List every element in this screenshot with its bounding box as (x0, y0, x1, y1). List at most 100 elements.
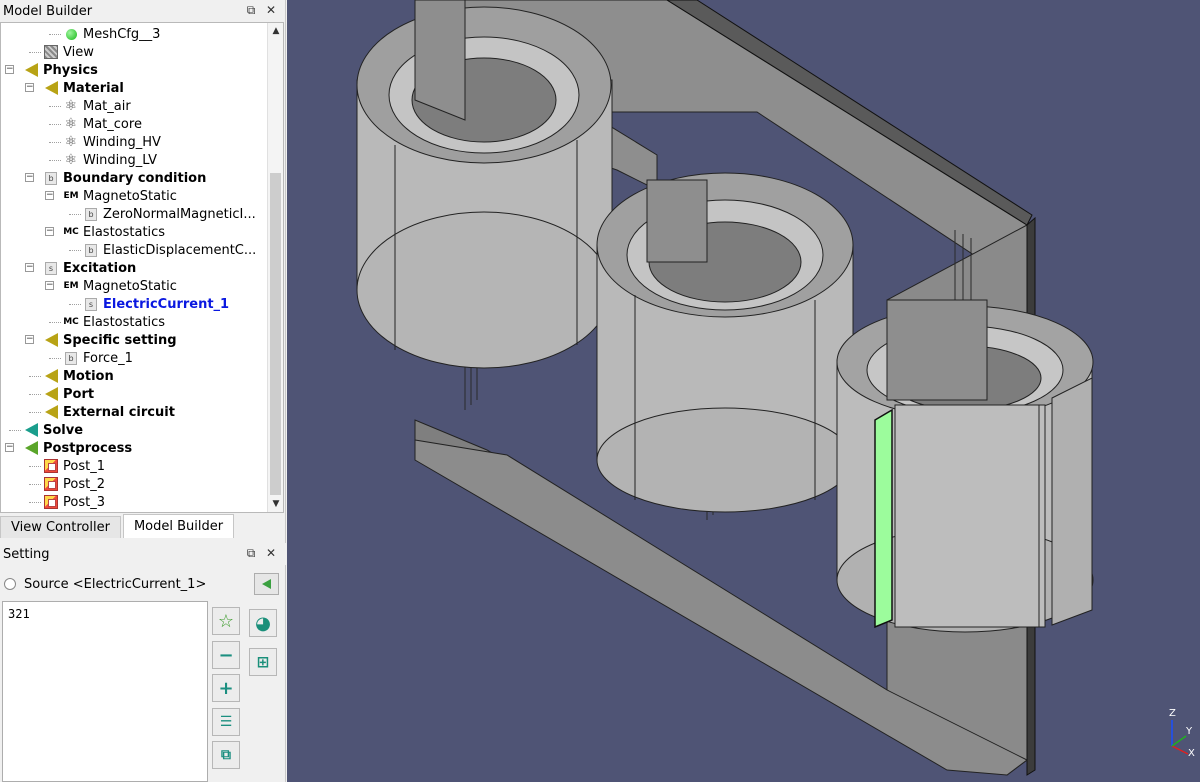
triangle-gold-icon (23, 62, 39, 78)
tree-item-physics[interactable]: Physics (23, 61, 98, 79)
star-add-icon: ☆ (217, 610, 235, 632)
tree-item-solve[interactable]: Solve (23, 421, 83, 439)
mc-icon: MC (63, 227, 79, 237)
tree-item-specific-setting[interactable]: Specific setting (43, 331, 177, 349)
tree-item-magnetostatic[interactable]: EM MagnetoStatic (63, 187, 177, 205)
tree-item-elasticdisplacementc[interactable]: b ElasticDisplacementC... (83, 241, 256, 259)
remove-button[interactable]: − (212, 641, 240, 669)
scroll-down-icon[interactable]: ▼ (268, 496, 283, 512)
tree-item-label: ElasticDisplacementC... (103, 242, 257, 258)
collapse-toggle-icon[interactable]: − (25, 263, 34, 272)
grid-button[interactable]: ⊞ (249, 648, 277, 676)
tree-connector (49, 322, 61, 323)
source-pick-button[interactable] (254, 573, 279, 595)
tab-model-builder[interactable]: Model Builder (122, 514, 235, 538)
tab-view-controller[interactable]: View Controller (0, 516, 121, 538)
view-icon (43, 44, 59, 60)
tree-item-post-3[interactable]: Post_3 (43, 493, 105, 511)
minus-icon: − (218, 644, 234, 666)
tree-item-winding-hv[interactable]: ⚛ Winding_HV (63, 133, 161, 151)
post-icon (43, 458, 59, 474)
collapse-toggle-icon[interactable]: − (5, 65, 14, 74)
em-icon: EM (63, 281, 79, 291)
tree-item-view[interactable]: View (43, 43, 94, 61)
tree-item-magnetostatic[interactable]: EM MagnetoStatic (63, 277, 177, 295)
s-icon: s (43, 260, 59, 276)
collapse-toggle-icon[interactable]: − (45, 191, 54, 200)
collapse-toggle-icon[interactable]: − (25, 173, 34, 182)
refresh-button[interactable]: ◕ (249, 609, 277, 637)
tree-scrollbar[interactable]: ▲ ▼ (267, 23, 283, 512)
tree-item-label: Winding_HV (83, 134, 161, 150)
tree-item-label: Post_2 (63, 476, 105, 492)
triangle-gold-icon (43, 332, 59, 348)
tree-item-force-1[interactable]: b Force_1 (63, 349, 133, 367)
triangle-gold-icon (43, 404, 59, 420)
atom-icon: ⚛ (64, 134, 78, 150)
tree-connector (49, 142, 61, 143)
tree-connector (29, 484, 41, 485)
collapse-toggle-icon[interactable]: − (45, 281, 54, 290)
tree-item-postprocess[interactable]: Postprocess (23, 439, 132, 457)
float-icon[interactable]: ⧉ (244, 546, 258, 560)
3d-viewport[interactable]: Z Y X (287, 0, 1200, 782)
tree-connector (29, 394, 41, 395)
tree-item-port[interactable]: Port (43, 385, 94, 403)
model-builder-title: Model Builder (3, 3, 93, 19)
source-row: Source <ElectricCurrent_1> (4, 574, 206, 594)
tree-item-excitation[interactable]: s Excitation (43, 259, 136, 277)
tree-item-label: Winding_LV (83, 152, 157, 168)
close-icon[interactable]: ✕ (264, 3, 278, 17)
tree-item-electriccurrent-1[interactable]: s ElectricCurrent_1 (83, 295, 229, 313)
tree-connector (29, 502, 41, 503)
tree-item-zeronormalmagnetici[interactable]: b ZeroNormalMagneticI... (83, 205, 256, 223)
tree-item-label: MagnetoStatic (83, 188, 177, 204)
tree-item-label: MagnetoStatic (83, 278, 177, 294)
source-radio[interactable] (4, 578, 16, 590)
tree-item-label: Post_1 (63, 458, 105, 474)
tree-item-label: Elastostatics (83, 224, 166, 240)
float-icon[interactable]: ⧉ (244, 3, 258, 17)
green-dot-icon (63, 26, 79, 42)
tree-item-elastostatics[interactable]: MC Elastostatics (63, 223, 165, 241)
atom-icon: ⚛ (64, 152, 78, 168)
tree-item-label: Solve (43, 422, 84, 438)
tree-connector (49, 106, 61, 107)
scroll-up-icon[interactable]: ▲ (268, 23, 283, 39)
setting-title: Setting (3, 546, 50, 562)
star-add-button[interactable]: ☆ (212, 607, 240, 635)
tree-connector (49, 358, 61, 359)
model-tree[interactable]: MeshCfg__3 View Physics − Material − ⚛ Mat_air ⚛… (0, 22, 284, 513)
tree-item-external-circuit[interactable]: External circuit (43, 403, 175, 421)
add-button[interactable]: + (212, 674, 240, 702)
tree-item-label: Postprocess (43, 440, 133, 456)
b-icon: b (83, 242, 99, 258)
tree-item-boundary-condition[interactable]: b Boundary condition (43, 169, 206, 187)
coil-left (356, 6, 613, 369)
tree-item-post-2[interactable]: Post_2 (43, 475, 105, 493)
tree-item-mat-air[interactable]: ⚛ Mat_air (63, 97, 131, 115)
atom-icon: ⚛ (64, 98, 78, 114)
tree-item-elastostatics[interactable]: MC Elastostatics (63, 313, 165, 331)
axis-x-label: X (1188, 748, 1195, 759)
tree-item-label: Port (63, 386, 95, 402)
collapse-toggle-icon[interactable]: − (25, 335, 34, 344)
scroll-thumb[interactable] (270, 173, 281, 495)
b-icon: b (63, 350, 79, 366)
b-icon: b (43, 170, 59, 186)
tree-item-material[interactable]: Material (43, 79, 124, 97)
collapse-toggle-icon[interactable]: − (25, 83, 34, 92)
tree-connector (29, 52, 41, 53)
tree-item-post-1[interactable]: Post_1 (43, 457, 105, 475)
copy-add-button[interactable]: ⧉ (212, 741, 240, 769)
collapse-toggle-icon[interactable]: − (5, 443, 14, 452)
tree-item-motion[interactable]: Motion (43, 367, 114, 385)
list-button[interactable]: ☰ (212, 708, 240, 736)
close-icon[interactable]: ✕ (264, 546, 278, 560)
tree-item-mat-core[interactable]: ⚛ Mat_core (63, 115, 142, 133)
collapse-toggle-icon[interactable]: − (45, 227, 54, 236)
tree-item-winding-lv[interactable]: ⚛ Winding_LV (63, 151, 157, 169)
setting-content-area[interactable]: 321 (2, 601, 208, 782)
tree-item-meshcfg-3[interactable]: MeshCfg__3 (63, 25, 160, 43)
transformer-model (356, 0, 1094, 776)
